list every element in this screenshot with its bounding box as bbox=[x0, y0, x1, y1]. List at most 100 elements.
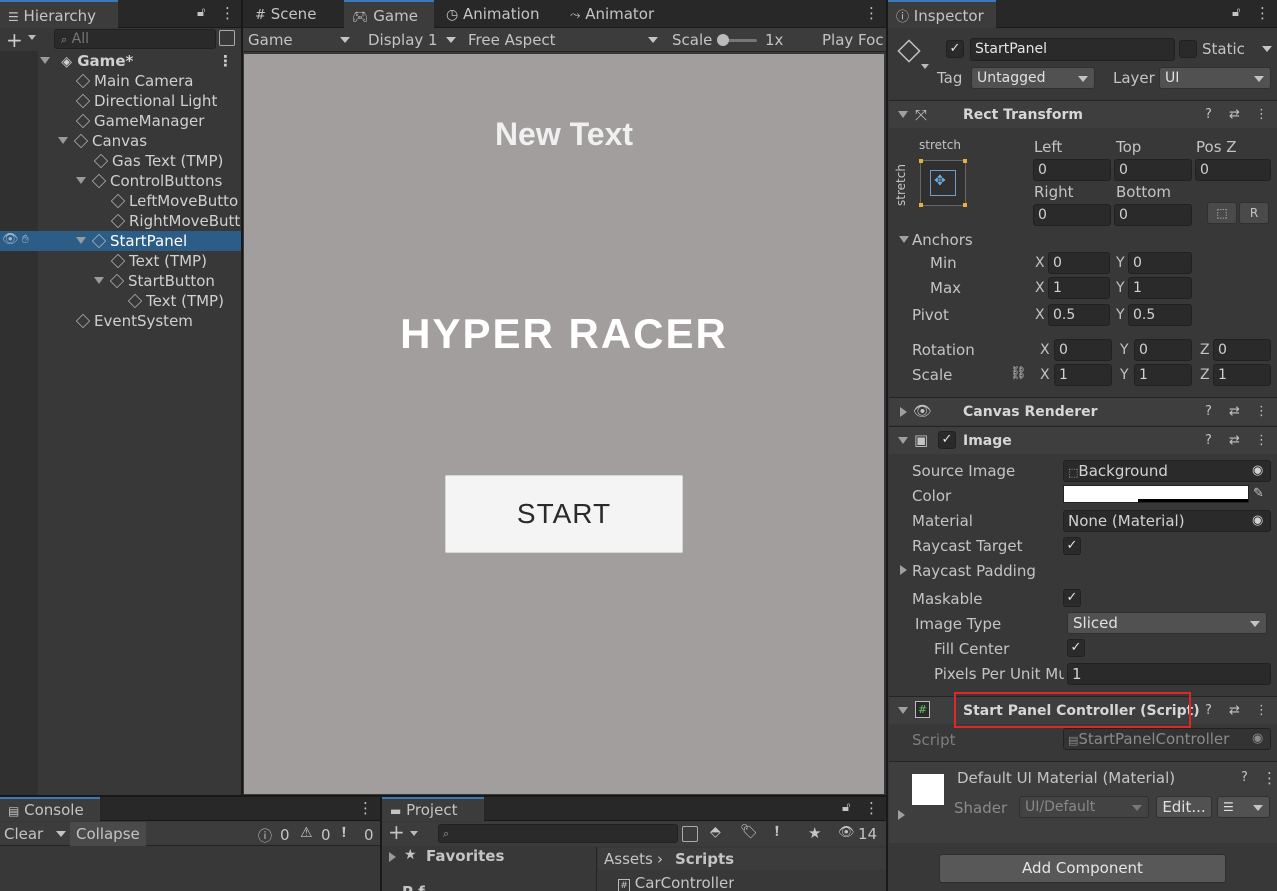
collapse-icon[interactable] bbox=[898, 707, 908, 714]
hierarchy-item-gamemanager[interactable]: GameManager bbox=[75, 111, 204, 131]
pivot-x-input[interactable]: 0.5 bbox=[1048, 304, 1110, 326]
presets-icon[interactable]: ⇄ bbox=[1229, 433, 1240, 448]
more-menu-icon[interactable]: ⋮ bbox=[864, 799, 879, 817]
hierarchy-item-leftmovebutton[interactable]: LeftMoveButto bbox=[111, 191, 241, 211]
filter-by-label-icon[interactable]: ⬘ bbox=[710, 824, 721, 840]
expand-icon[interactable] bbox=[94, 277, 104, 284]
add-dropdown-caret-icon[interactable] bbox=[410, 831, 418, 836]
component-menu-icon[interactable]: ⋮ bbox=[1255, 703, 1268, 718]
top-input[interactable]: 0 bbox=[1114, 159, 1192, 181]
more-menu-icon[interactable]: ⋮ bbox=[864, 4, 879, 22]
left-input[interactable]: 0 bbox=[1033, 159, 1111, 181]
collapse-icon[interactable] bbox=[898, 437, 908, 444]
canvas-renderer-header[interactable]: 👁︎ Canvas Renderer ? ⇄ ⋮ bbox=[889, 397, 1277, 425]
more-menu-icon[interactable]: ⋮ bbox=[1255, 4, 1270, 22]
anchors-label[interactable]: Anchors bbox=[912, 231, 973, 249]
lock-icon[interactable]: 🔓︎ bbox=[1232, 5, 1240, 20]
component-menu-icon[interactable]: ⋮ bbox=[1255, 107, 1268, 122]
help-icon[interactable]: ? bbox=[1205, 433, 1212, 448]
hierarchy-item-button-text-tmp[interactable]: Text (TMP) bbox=[127, 291, 224, 311]
hierarchy-item-main-camera[interactable]: Main Camera bbox=[75, 71, 193, 91]
static-dropdown-caret-icon[interactable] bbox=[1262, 46, 1272, 52]
anchors-max-y-input[interactable]: 1 bbox=[1128, 277, 1192, 299]
material-expand-icon[interactable] bbox=[898, 810, 905, 820]
scene-menu-icon[interactable]: ⋮ bbox=[218, 51, 233, 71]
pivot-y-input[interactable]: 0.5 bbox=[1128, 304, 1192, 326]
search-by-type-icon[interactable] bbox=[219, 30, 235, 46]
blueprint-mode-button[interactable]: ⬚ bbox=[1207, 202, 1237, 224]
breadcrumb-assets[interactable]: Assets bbox=[604, 850, 653, 868]
image-type-dropdown[interactable]: Sliced bbox=[1067, 612, 1267, 634]
play-focused-dropdown[interactable]: Play Foc bbox=[822, 31, 886, 49]
expand-icon[interactable] bbox=[76, 177, 86, 184]
search-by-type-icon[interactable] bbox=[682, 826, 698, 842]
help-icon[interactable]: ? bbox=[1205, 404, 1212, 419]
tab-project[interactable]: ▬ Project bbox=[382, 797, 484, 821]
right-input[interactable]: 0 bbox=[1033, 204, 1111, 226]
add-dropdown-caret-icon[interactable] bbox=[28, 35, 36, 40]
lock-icon[interactable]: 🔓︎ bbox=[197, 5, 205, 20]
hierarchy-item-startpanel[interactable]: StartPanel bbox=[76, 231, 187, 251]
material-options-dropdown[interactable]: ☰ bbox=[1217, 796, 1270, 818]
error-icon[interactable]: ❗︎ bbox=[342, 825, 346, 841]
raycast-padding-expand-icon[interactable] bbox=[900, 565, 907, 575]
tab-inspector[interactable]: ⓘ Inspector bbox=[888, 0, 996, 28]
component-menu-icon[interactable]: ⋮ bbox=[1255, 404, 1268, 419]
warning-icon[interactable]: ⚠ bbox=[300, 825, 313, 841]
display-dropdown[interactable]: Display 1 bbox=[368, 30, 458, 50]
favorite-star-icon[interactable]: ★ bbox=[808, 824, 821, 842]
scale-x-input[interactable]: 1 bbox=[1054, 364, 1112, 386]
raw-edit-button[interactable]: R bbox=[1239, 202, 1269, 224]
help-icon[interactable]: ? bbox=[1241, 770, 1248, 785]
image-component-header[interactable]: ▣ ✓ Image ? ⇄ ⋮ bbox=[889, 426, 1277, 454]
scale-z-input[interactable]: 1 bbox=[1213, 364, 1271, 386]
expand-icon[interactable] bbox=[900, 407, 907, 417]
collapse-icon[interactable] bbox=[898, 111, 908, 118]
source-image-field[interactable]: ⬚Background ◉ bbox=[1063, 460, 1271, 482]
component-menu-icon[interactable]: ⋮ bbox=[1262, 769, 1277, 787]
clear-options-caret-icon[interactable] bbox=[56, 831, 66, 837]
add-icon[interactable]: + bbox=[6, 28, 23, 52]
image-enabled-checkbox[interactable]: ✓ bbox=[938, 431, 956, 449]
presets-icon[interactable]: ⇄ bbox=[1229, 107, 1240, 122]
project-file-carcontroller[interactable]: # CarController bbox=[618, 874, 734, 891]
hierarchy-item-text-tmp[interactable]: Text (TMP) bbox=[110, 251, 207, 271]
tab-hierarchy[interactable]: ☰ Hierarchy bbox=[0, 0, 118, 28]
hierarchy-item-canvas[interactable]: Canvas bbox=[58, 131, 147, 151]
add-icon[interactable]: + bbox=[388, 820, 405, 844]
lock-icon[interactable]: 🔓︎ bbox=[842, 800, 850, 815]
static-checkbox[interactable] bbox=[1179, 40, 1197, 58]
pixels-per-unit-input[interactable]: 1 bbox=[1067, 663, 1271, 685]
expand-icon[interactable] bbox=[389, 852, 396, 862]
expand-icon[interactable] bbox=[58, 137, 68, 144]
raycast-padding-label[interactable]: Raycast Padding bbox=[912, 562, 1036, 580]
help-icon[interactable]: ? bbox=[1205, 107, 1212, 122]
tab-console[interactable]: ▤ Console bbox=[0, 797, 100, 821]
rotation-y-input[interactable]: 0 bbox=[1134, 339, 1192, 361]
color-swatch[interactable] bbox=[1063, 485, 1249, 503]
object-picker-icon[interactable]: ◉ bbox=[1252, 511, 1263, 531]
active-checkbox[interactable]: ✓ bbox=[946, 40, 964, 58]
object-picker-icon[interactable]: ◉ bbox=[1252, 461, 1263, 481]
maskable-checkbox[interactable]: ✓ bbox=[1063, 589, 1081, 607]
rect-transform-header[interactable]: ⤧ Rect Transform ? ⇄ ⋮ bbox=[889, 100, 1277, 128]
more-menu-icon[interactable]: ⋮ bbox=[220, 4, 235, 22]
raycast-target-checkbox[interactable]: ✓ bbox=[1063, 537, 1081, 555]
tab-game[interactable]: 🎮︎ Game bbox=[344, 0, 434, 28]
object-name-input[interactable]: StartPanel bbox=[970, 38, 1175, 61]
visibility-eye-icon[interactable]: 👁︎ bbox=[838, 825, 855, 840]
anchors-expand-icon[interactable] bbox=[899, 236, 909, 243]
aspect-dropdown[interactable]: Free Aspect bbox=[468, 30, 663, 50]
more-menu-icon[interactable]: ⋮ bbox=[358, 799, 373, 817]
hierarchy-item-rightmovebutton[interactable]: RightMoveButt bbox=[111, 211, 241, 231]
collapse-button[interactable]: Collapse bbox=[70, 822, 146, 846]
favorites-label[interactable]: Favorites bbox=[426, 847, 504, 865]
clear-button[interactable]: Clear bbox=[4, 825, 43, 843]
game-view-dropdown[interactable]: Game bbox=[248, 30, 356, 50]
tab-animation[interactable]: ◷ Animation bbox=[438, 0, 558, 28]
hierarchy-item-eventsystem[interactable]: EventSystem bbox=[75, 311, 193, 331]
expand-icon[interactable] bbox=[76, 237, 86, 244]
filter-by-type-icon[interactable]: 🏷︎ bbox=[740, 824, 758, 840]
rotation-z-input[interactable]: 0 bbox=[1213, 339, 1271, 361]
add-component-button[interactable]: Add Component bbox=[939, 854, 1226, 883]
